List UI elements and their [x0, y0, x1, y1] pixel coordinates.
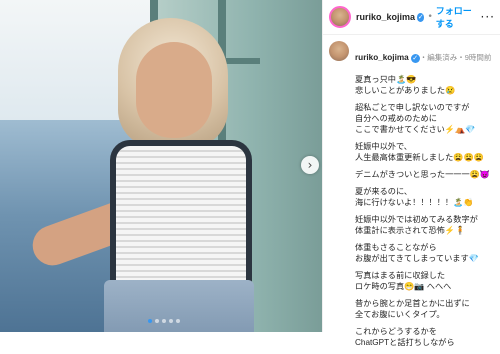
photo-person [27, 10, 260, 332]
verified-badge-icon: ✓ [410, 54, 420, 63]
username-link[interactable]: ruriko_kojima [356, 12, 415, 22]
caption-meta: ・編集済み・9時間前 [419, 53, 492, 62]
post-photo[interactable]: › [0, 0, 322, 332]
caption-paragraph: 体重もさることながら お腹が出てきてしまっています💎 [355, 243, 479, 263]
verified-badge-icon: ✓ [417, 12, 425, 22]
post-header: ruriko_kojima ✓ • フォローする ··· [323, 0, 500, 35]
next-photo-button[interactable]: › [301, 156, 319, 174]
caption-paragraph: 夏真っ只中🏝️😎 悲しいことがありました😢 [355, 75, 456, 95]
carousel-dot[interactable] [148, 319, 152, 323]
more-options-icon[interactable]: ··· [481, 10, 495, 24]
carousel-dots [148, 319, 180, 323]
photo-skirt [104, 280, 254, 332]
photo-face [136, 42, 212, 138]
caption-paragraph: これからどうするかを ChatGPTと話打ちしながら [355, 327, 455, 347]
caption-paragraph: 夏が来るのに、 海に行けないよ！！！！！🏝️👏 [355, 187, 474, 207]
carousel-dot[interactable] [169, 319, 173, 323]
caption-block: ruriko_kojima ✓ ・編集済み・9時間前 夏真っ只中🏝️😎 悲しいことが… [323, 35, 500, 354]
caption-paragraph: 超私ごとで申し訳ないのですが 自分への戒めのために ここで書かせてください⚡️⛺… [355, 103, 476, 134]
caption-author[interactable]: ruriko_kojima [355, 53, 409, 62]
caption-avatar[interactable] [329, 41, 349, 61]
carousel-dot[interactable] [155, 319, 159, 323]
caption-paragraph: 写真はまる前に収録した ロケ時の写真😁📷 へへへ [355, 271, 452, 291]
separator: • [427, 12, 433, 22]
avatar[interactable] [329, 6, 351, 28]
carousel-dot[interactable] [162, 319, 166, 323]
caption-paragraph: 昔から腕とか足首とかに出ずに 全てお腹にいくタイプ。 [355, 299, 470, 319]
photo-shirt [110, 140, 252, 296]
post-sidebar: ruriko_kojima ✓ • フォローする ··· ruriko_koji… [322, 0, 500, 347]
carousel-dot[interactable] [176, 319, 180, 323]
chevron-right-icon: › [307, 158, 313, 172]
caption-paragraph: 妊娠中以外では初めてみる数字が 体重計に表示されて恐怖⚡️🧍 [355, 215, 478, 235]
caption-paragraph: 妊娠中以外で、 人生最高体重更新しました😩😩😩 [355, 142, 484, 162]
caption-paragraph: デニムがきついと思った一一一😩👿 [355, 170, 491, 179]
follow-button[interactable]: フォローする [436, 4, 481, 30]
caption-text: ruriko_kojima ✓ ・編集済み・9時間前 夏真っ只中🏝️😎 悲しいことが… [355, 41, 491, 354]
